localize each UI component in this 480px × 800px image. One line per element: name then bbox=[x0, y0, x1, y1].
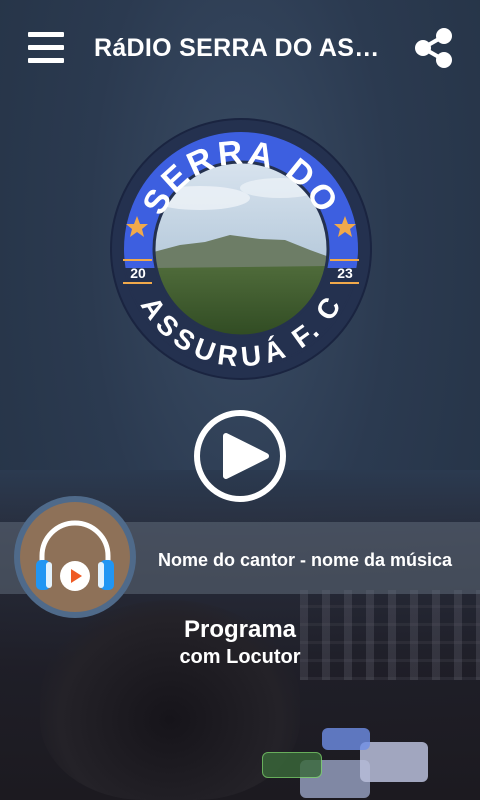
now-playing-text: Nome do cantor - nome da música bbox=[158, 550, 453, 570]
play-button[interactable] bbox=[194, 410, 286, 502]
logo-year-right: 23 bbox=[337, 265, 353, 281]
logo-year-left: 20 bbox=[130, 265, 146, 281]
club-logo: SERRA DO ASSURUÁ F. C 20 23 bbox=[110, 118, 372, 380]
app-header: RáDIO SERRA DO ASSURUÁ F.C bbox=[0, 0, 480, 100]
background-pad bbox=[322, 728, 370, 750]
background-pad bbox=[262, 752, 322, 778]
headphones-icon bbox=[36, 520, 114, 591]
play-icon bbox=[223, 433, 269, 479]
app-title: RáDIO SERRA DO ASSURUÁ F.C bbox=[94, 34, 394, 62]
hamburger-menu-icon[interactable] bbox=[28, 32, 64, 64]
now-playing-avatar bbox=[14, 496, 136, 618]
program-title: Programa bbox=[183, 616, 297, 643]
background-pad bbox=[360, 742, 428, 782]
program-host: com Locutor bbox=[179, 646, 301, 668]
share-icon[interactable] bbox=[414, 27, 454, 69]
